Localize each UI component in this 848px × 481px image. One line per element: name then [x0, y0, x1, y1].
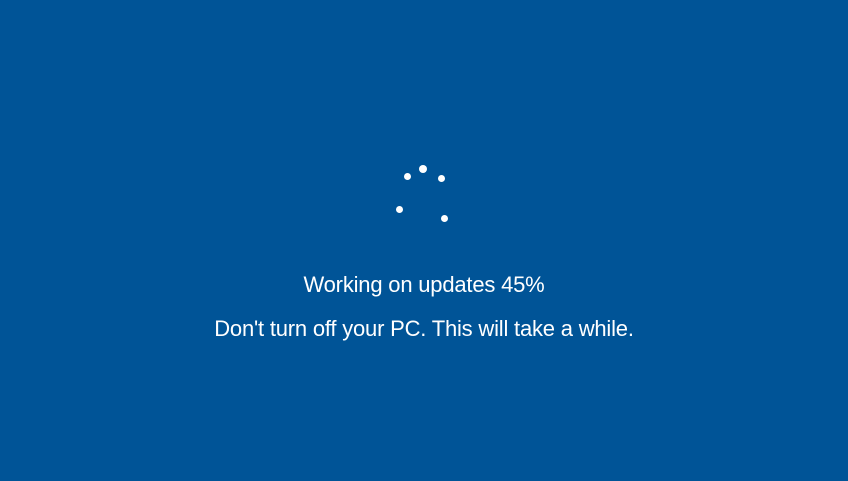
- spinner-dot: [396, 206, 403, 213]
- spinner-dot: [404, 173, 411, 180]
- loading-spinner-icon: [374, 150, 474, 240]
- spinner-dot: [438, 175, 445, 182]
- spinner-dot: [441, 215, 448, 222]
- update-screen: Working on updates 45% Don't turn off yo…: [0, 0, 848, 481]
- update-progress-text: Working on updates 45%: [303, 272, 545, 297]
- spinner-dot: [419, 165, 427, 173]
- update-warning-text: Don't turn off your PC. This will take a…: [214, 316, 634, 341]
